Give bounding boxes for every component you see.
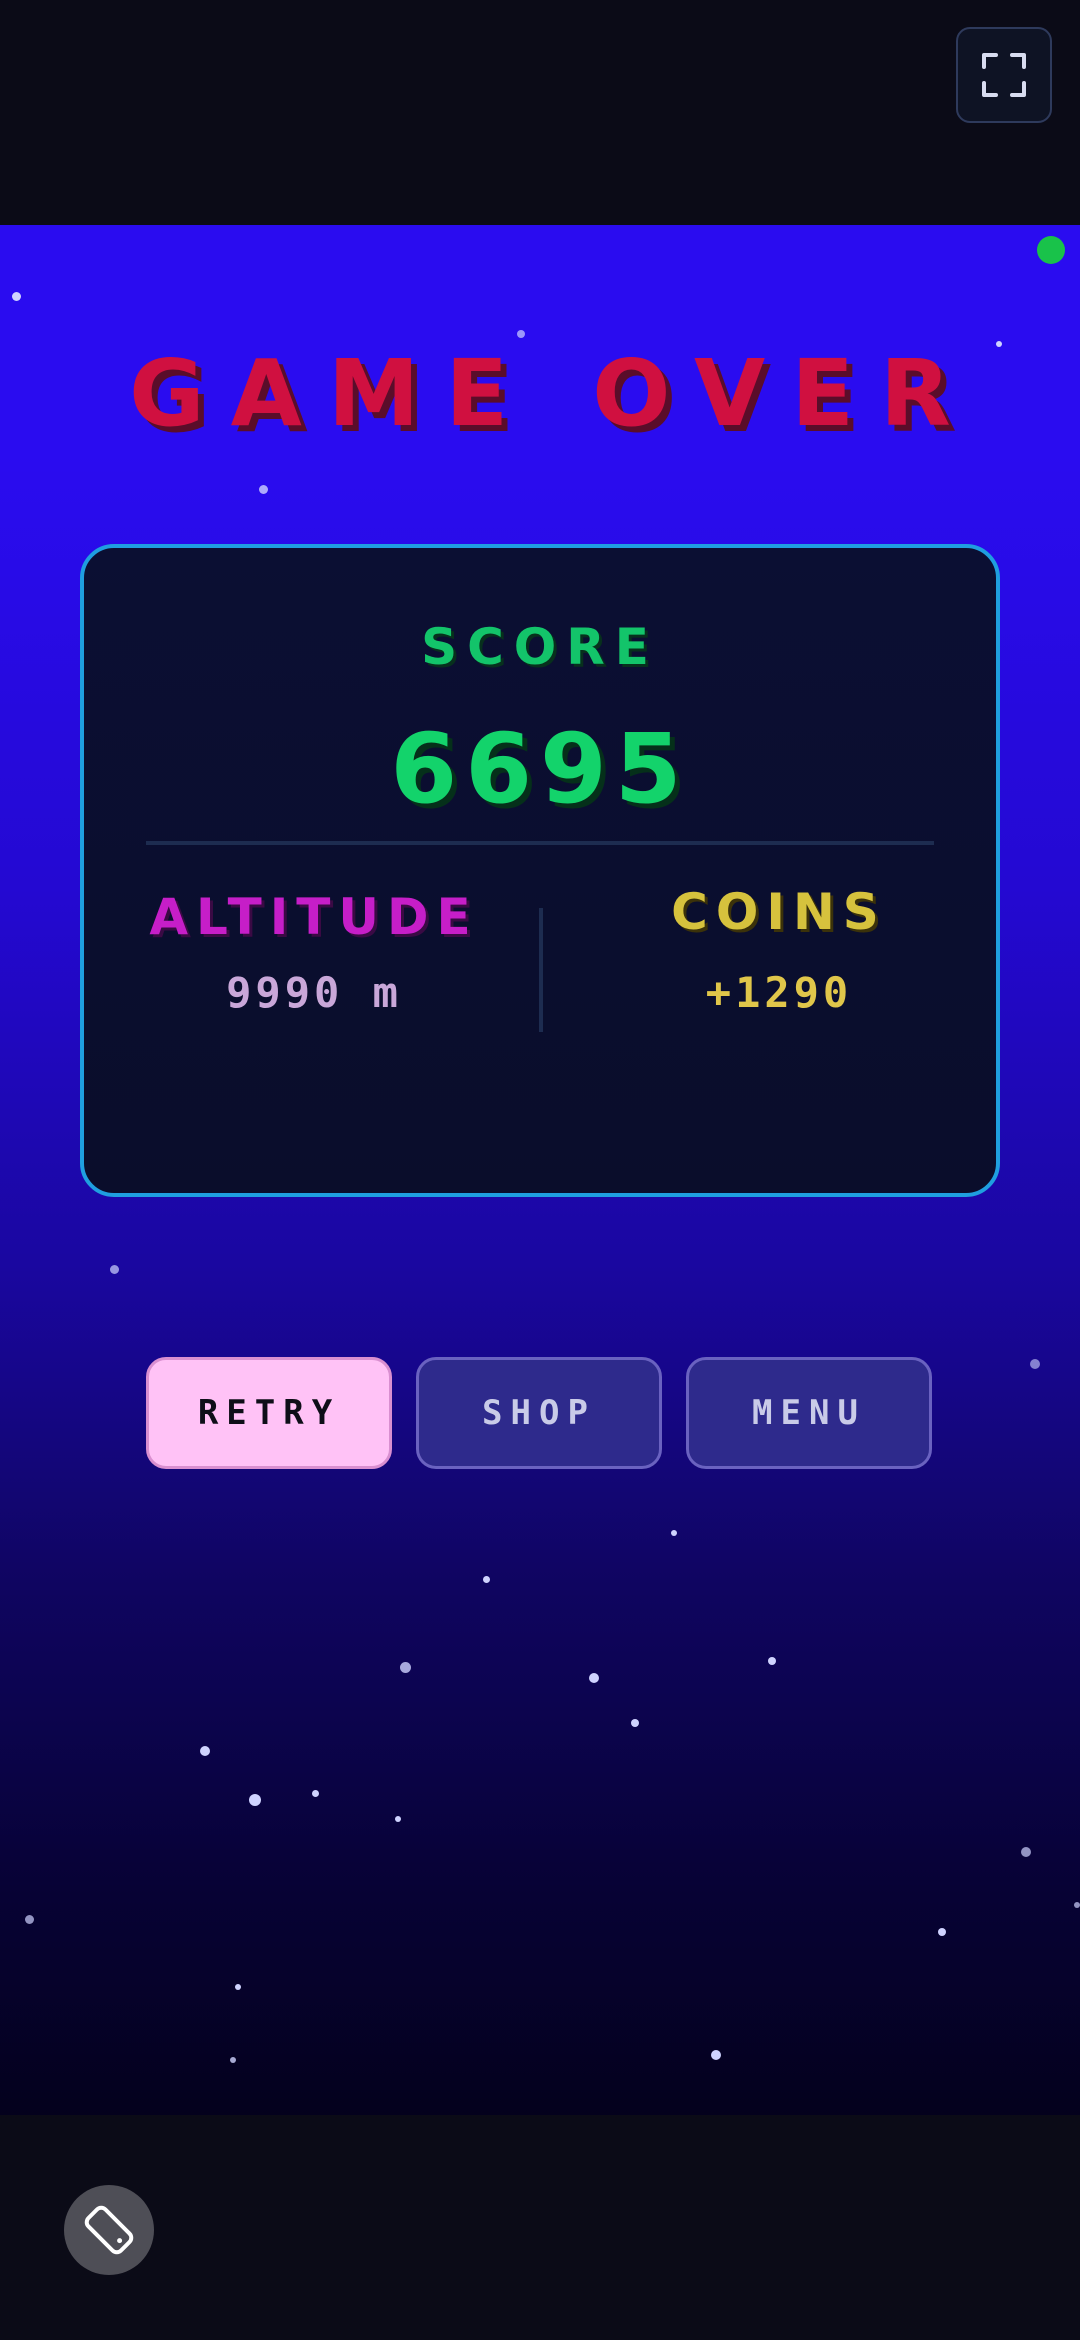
star <box>230 2057 236 2063</box>
star <box>200 1746 210 1756</box>
star <box>400 1662 411 1673</box>
star <box>589 1673 599 1683</box>
top-bar <box>0 0 1080 225</box>
score-panel: SCORE 6695 ALTITUDE 9990 m COINS +1290 <box>80 544 1000 1197</box>
shop-button[interactable]: SHOP <box>416 1357 662 1469</box>
star <box>259 485 268 494</box>
star <box>768 1657 776 1665</box>
shop-button-label: SHOP <box>482 1393 596 1433</box>
status-dot <box>1037 236 1065 264</box>
star <box>671 1530 677 1536</box>
star <box>483 1576 490 1583</box>
rotate-device-icon <box>84 2205 134 2255</box>
menu-button[interactable]: MENU <box>686 1357 932 1469</box>
altitude-value: 9990 m <box>226 968 402 1017</box>
coins-value: +1290 <box>705 968 853 1017</box>
fullscreen-icon <box>982 53 1026 97</box>
retry-button[interactable]: RETRY <box>146 1357 392 1469</box>
bottom-bar <box>0 2115 1080 2340</box>
fullscreen-button[interactable] <box>956 27 1052 123</box>
game-over-title: GAME OVER <box>129 340 977 447</box>
game-area: GAME OVER SCORE 6695 ALTITUDE 9990 m COI… <box>0 225 1080 2115</box>
star <box>711 2050 721 2060</box>
panel-divider <box>146 841 934 845</box>
stats-divider <box>539 908 543 1032</box>
star <box>235 1984 241 1990</box>
star <box>938 1928 946 1936</box>
star <box>249 1794 261 1806</box>
altitude-label: ALTITUDE <box>149 888 479 946</box>
star <box>1074 1902 1080 1908</box>
app-screen: GAME OVER SCORE 6695 ALTITUDE 9990 m COI… <box>0 0 1080 2340</box>
score-value: 6695 <box>390 713 690 825</box>
star <box>631 1719 639 1727</box>
star <box>25 1915 34 1924</box>
rotate-button[interactable] <box>64 2185 154 2275</box>
star <box>1021 1847 1031 1857</box>
score-label: SCORE <box>421 618 659 676</box>
star <box>12 292 21 301</box>
star <box>110 1265 119 1274</box>
retry-button-label: RETRY <box>197 1393 341 1433</box>
star <box>312 1790 319 1797</box>
star <box>517 330 525 338</box>
star <box>395 1816 401 1822</box>
star <box>1030 1359 1040 1369</box>
coins-label: COINS <box>671 883 887 941</box>
menu-button-label: MENU <box>752 1393 866 1433</box>
